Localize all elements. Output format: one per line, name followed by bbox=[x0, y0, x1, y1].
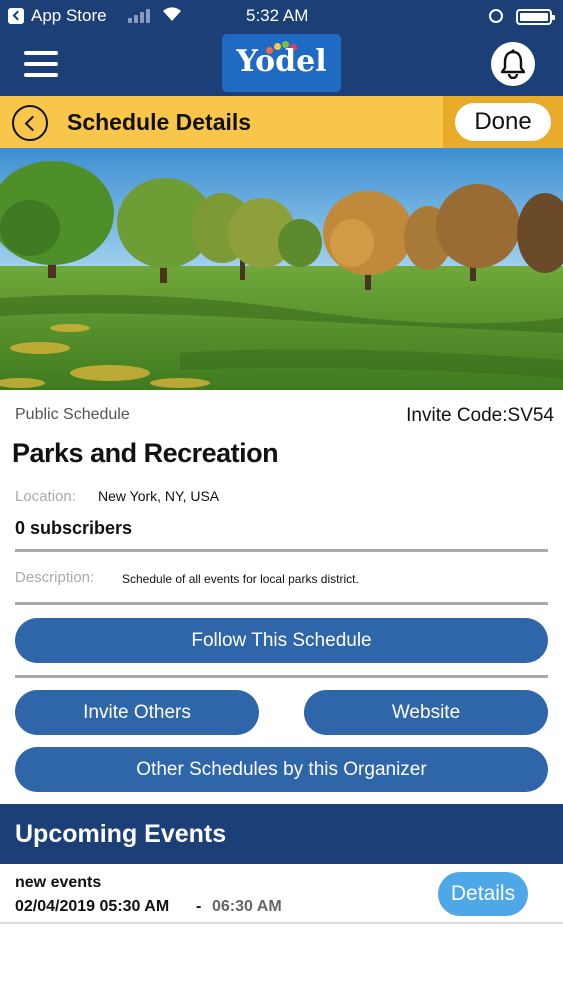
event-start-time: 02/04/2019 05:30 AM bbox=[15, 898, 170, 915]
signal-icon bbox=[128, 9, 152, 23]
wifi-icon bbox=[163, 7, 181, 21]
logo-text: Yodel bbox=[236, 44, 327, 79]
event-end-time: 06:30 AM bbox=[212, 898, 282, 915]
title-bar: Schedule Details Done bbox=[0, 96, 563, 148]
location-value: New York, NY, USA bbox=[98, 488, 220, 504]
back-to-app-store-icon[interactable] bbox=[8, 8, 24, 24]
other-schedules-button[interactable]: Other Schedules by this Organizer bbox=[15, 747, 548, 792]
battery-icon bbox=[516, 9, 555, 25]
nav-bar: Yodel bbox=[0, 32, 563, 96]
divider bbox=[15, 602, 548, 605]
description-label: Description: bbox=[15, 569, 95, 586]
done-button[interactable]: Done bbox=[455, 103, 551, 141]
done-area: Done bbox=[443, 96, 563, 148]
website-button[interactable]: Website bbox=[304, 690, 548, 735]
upcoming-events-title: Upcoming Events bbox=[15, 820, 227, 848]
hamburger-menu-icon[interactable] bbox=[24, 51, 58, 77]
status-bar: App Store 5:32 AM bbox=[0, 0, 563, 32]
description-value: Schedule of all events for local parks d… bbox=[122, 572, 359, 586]
divider bbox=[15, 549, 548, 552]
subscriber-count: 0 subscribers bbox=[15, 518, 133, 538]
schedule-name: Parks and Recreation bbox=[12, 438, 279, 468]
schedule-type: Public Schedule bbox=[15, 406, 130, 423]
schedule-cover-image bbox=[0, 148, 563, 390]
invite-others-button[interactable]: Invite Others bbox=[15, 690, 259, 735]
divider bbox=[15, 675, 548, 678]
notifications-button[interactable] bbox=[491, 42, 535, 86]
status-time: 5:32 AM bbox=[246, 6, 309, 25]
page-title: Schedule Details bbox=[67, 109, 252, 135]
upcoming-events-header: Upcoming Events bbox=[0, 804, 563, 864]
back-button[interactable] bbox=[12, 105, 48, 141]
yodel-logo: Yodel bbox=[222, 34, 341, 92]
orientation-lock-icon bbox=[489, 9, 503, 23]
invite-code: Invite Code:SV54 bbox=[406, 405, 554, 426]
bell-icon bbox=[500, 49, 526, 79]
event-time-separator: - bbox=[196, 898, 202, 915]
event-details-button[interactable]: Details bbox=[438, 872, 528, 916]
event-row: new events 02/04/2019 05:30 AM - 06:30 A… bbox=[0, 864, 563, 924]
event-name: new events bbox=[15, 874, 102, 891]
location-label: Location: bbox=[15, 488, 76, 505]
follow-schedule-button[interactable]: Follow This Schedule bbox=[15, 618, 548, 663]
status-carrier[interactable]: App Store bbox=[31, 6, 107, 26]
